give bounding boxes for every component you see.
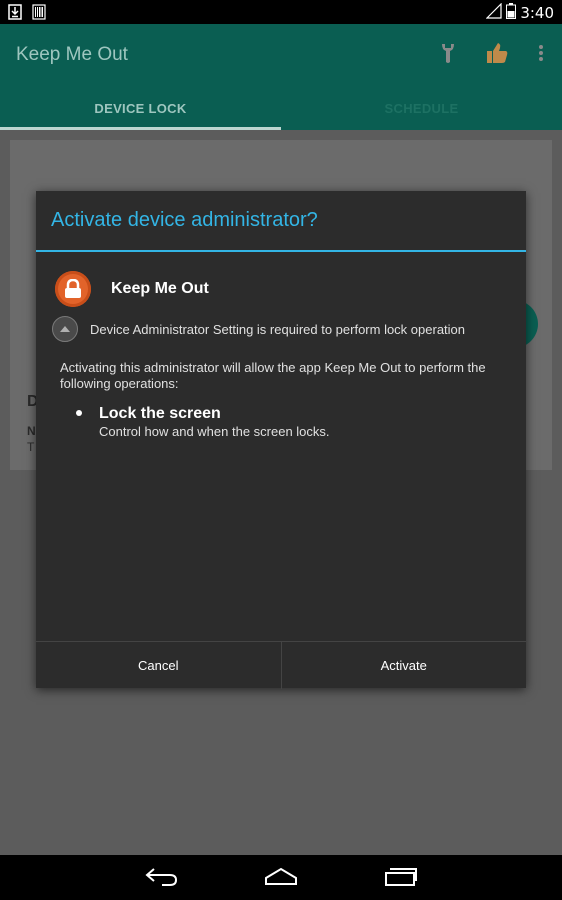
lock-icon (55, 271, 91, 307)
navigation-bar (0, 855, 562, 900)
app-name: Keep Me Out (111, 280, 209, 297)
bullet-icon (76, 410, 82, 416)
status-bar: 3:40 (0, 0, 562, 24)
dialog-title: Activate device administrator? (51, 209, 318, 231)
policy-title: Lock the screen (99, 405, 221, 422)
admin-description-row[interactable]: Device Administrator Setting is required… (52, 316, 465, 342)
expand-icon[interactable] (52, 316, 78, 342)
admin-description-text: Device Administrator Setting is required… (90, 321, 466, 337)
policy-description: Control how and when the screen locks. (99, 424, 330, 439)
barcode-icon (32, 4, 46, 25)
download-icon (8, 4, 22, 25)
signal-icon (485, 2, 502, 23)
dialog-button-bar: Cancel Activate (36, 641, 526, 689)
status-time: 3:40 (520, 4, 554, 22)
recents-icon[interactable] (384, 865, 418, 892)
more-vert-icon[interactable] (538, 44, 544, 67)
dialog-title-divider (36, 250, 526, 252)
app-bar: Keep Me Out DEVICE LOCK SCHEDULE (0, 24, 562, 130)
tab-bar: DEVICE LOCK SCHEDULE (0, 86, 562, 130)
background-text-fragment: N (27, 424, 36, 438)
wrench-icon[interactable] (440, 42, 456, 69)
app-info-row: Keep Me Out (55, 271, 209, 307)
device-admin-dialog: Activate device administrator? Keep Me O… (36, 191, 526, 689)
tab-schedule[interactable]: SCHEDULE (281, 86, 562, 130)
back-icon[interactable] (144, 865, 178, 892)
activation-description: Activating this administrator will allow… (60, 360, 486, 391)
thumbs-up-icon[interactable] (486, 42, 508, 69)
activate-button[interactable]: Activate (280, 642, 527, 689)
cancel-button[interactable]: Cancel (36, 642, 281, 689)
background-text-fragment: T (27, 440, 35, 454)
app-title: Keep Me Out (16, 44, 128, 65)
battery-icon (506, 3, 517, 23)
tab-device-lock[interactable]: DEVICE LOCK (0, 86, 281, 130)
home-icon[interactable] (264, 865, 298, 892)
tab-indicator (0, 127, 281, 130)
